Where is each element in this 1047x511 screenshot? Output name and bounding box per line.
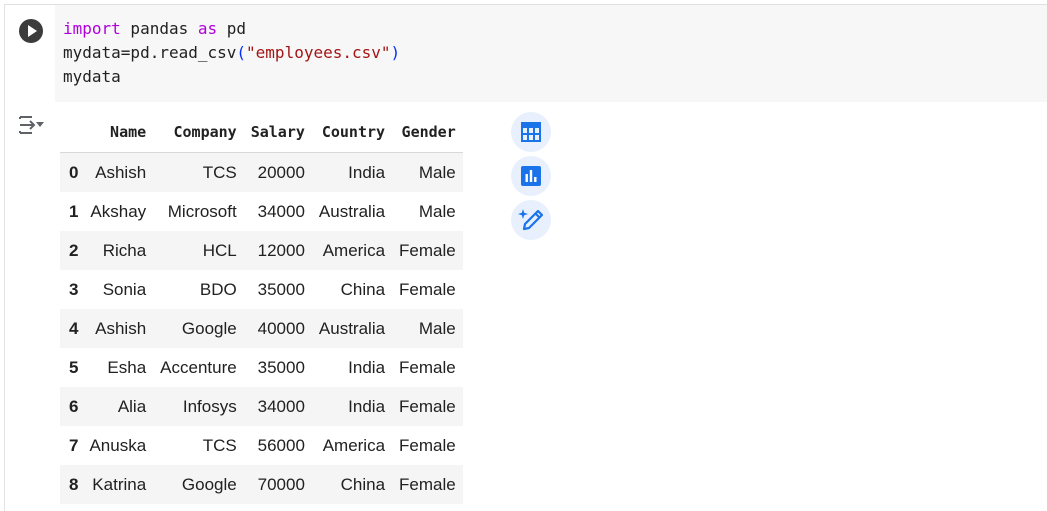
cell-salary: 35000 bbox=[257, 279, 305, 299]
table-row: 5 Esha Accenture 35000 India Female bbox=[60, 348, 463, 387]
cell-salary: 40000 bbox=[257, 318, 305, 338]
table-row: 8 Katrina Google 70000 China Female bbox=[60, 465, 463, 504]
cell-company: HCL bbox=[202, 240, 237, 260]
code-paren: ( bbox=[236, 43, 247, 62]
run-cell-button[interactable] bbox=[19, 19, 43, 43]
code-text[interactable]: import pandas as pd mydata=pd.read_csv("e… bbox=[63, 17, 400, 89]
row-index: 2 bbox=[69, 240, 79, 260]
table-row: 6 Alia Infosys 34000 India Female bbox=[60, 387, 463, 426]
table-row: 0 Ashish TCS 20000 India Male bbox=[60, 152, 463, 192]
column-header-gender: Gender bbox=[392, 112, 463, 153]
cell-country: China bbox=[340, 279, 386, 299]
column-header-name: Name bbox=[82, 112, 154, 153]
code-token: mydata bbox=[63, 67, 121, 86]
cell-salary: 35000 bbox=[257, 357, 305, 377]
cell-output: Name Company Salary Country Gender 0 Ashish TC… bbox=[5, 102, 1047, 511]
cell-name: Katrina bbox=[92, 474, 147, 494]
cell-company: BDO bbox=[199, 279, 237, 299]
code-cell-row: import pandas as pd mydata=pd.read_csv("e… bbox=[5, 5, 1047, 102]
cell-company: Google bbox=[181, 318, 237, 338]
column-header-country: Country bbox=[311, 112, 393, 153]
code-line: mydata=pd.read_csv("employees.csv") bbox=[63, 41, 400, 65]
table-row: 4 Ashish Google 40000 Australia Male bbox=[60, 309, 463, 348]
cell-gender: Male bbox=[418, 162, 456, 182]
table-view-button[interactable] bbox=[511, 112, 551, 152]
cell-name: Akshay bbox=[90, 201, 147, 221]
row-index: 6 bbox=[69, 396, 79, 416]
dataframe-table: Name Company Salary Country Gender 0 Ashish TC… bbox=[60, 112, 463, 504]
cell-company: Accenture bbox=[160, 357, 237, 377]
row-index: 7 bbox=[69, 435, 79, 455]
cell-name: Ashish bbox=[95, 162, 147, 182]
code-line: import pandas as pd bbox=[63, 17, 400, 41]
cell-salary: 20000 bbox=[257, 162, 305, 182]
code-paren: ) bbox=[390, 43, 401, 62]
table-row: 3 Sonia BDO 35000 China Female bbox=[60, 270, 463, 309]
cell-gender: Male bbox=[418, 201, 456, 221]
column-header-salary: Salary bbox=[243, 112, 312, 153]
cell-salary: 12000 bbox=[257, 240, 305, 260]
table-header-row: Name Company Salary Country Gender bbox=[60, 112, 463, 153]
code-string: "employees.csv" bbox=[246, 43, 391, 62]
cell-country: India bbox=[348, 396, 386, 416]
cell-salary: 34000 bbox=[257, 201, 305, 221]
cell-gender: Female bbox=[399, 396, 456, 416]
code-token: pd bbox=[217, 19, 247, 38]
row-index: 1 bbox=[69, 201, 79, 221]
bar-chart-icon bbox=[521, 166, 541, 186]
table-row: 1 Akshay Microsoft 34000 Australia Male bbox=[60, 192, 463, 231]
cell-name: Esha bbox=[107, 357, 147, 377]
table-icon bbox=[521, 122, 541, 142]
column-header-company: Company bbox=[153, 112, 244, 153]
suggest-charts-button[interactable] bbox=[511, 156, 551, 196]
generate-code-button[interactable] bbox=[511, 200, 551, 240]
cell-country: America bbox=[322, 240, 386, 260]
cell-name: Anuska bbox=[89, 435, 147, 455]
cell-name: Sonia bbox=[102, 279, 147, 299]
magic-pencil-icon bbox=[518, 209, 544, 231]
cell-gender: Female bbox=[399, 279, 456, 299]
cell-gutter bbox=[5, 5, 55, 102]
cell-country: Australia bbox=[318, 201, 386, 221]
cell-company: TCS bbox=[202, 435, 237, 455]
row-index: 0 bbox=[69, 162, 79, 182]
notebook-cell: import pandas as pd mydata=pd.read_csv("e… bbox=[4, 4, 1047, 511]
cell-gender: Female bbox=[399, 435, 456, 455]
code-editor[interactable]: import pandas as pd mydata=pd.read_csv("e… bbox=[55, 5, 1047, 102]
table-row: 2 Richa HCL 12000 America Female bbox=[60, 231, 463, 270]
cell-name: Alia bbox=[117, 396, 147, 416]
cell-company: Microsoft bbox=[167, 201, 237, 221]
row-index: 5 bbox=[69, 357, 79, 377]
output-toggle-icon[interactable] bbox=[17, 114, 45, 136]
index-header bbox=[60, 112, 83, 153]
row-index: 8 bbox=[69, 474, 79, 494]
code-keyword: import bbox=[63, 19, 121, 38]
table-row: 7 Anuska TCS 56000 America Female bbox=[60, 426, 463, 465]
row-index: 4 bbox=[69, 318, 79, 338]
cell-company: Google bbox=[181, 474, 237, 494]
cell-country: China bbox=[340, 474, 386, 494]
code-line: mydata bbox=[63, 65, 400, 89]
cell-gender: Female bbox=[399, 474, 456, 494]
cell-country: Australia bbox=[318, 318, 386, 338]
cell-name: Ashish bbox=[95, 318, 147, 338]
code-token: mydata=pd.read_csv bbox=[63, 43, 237, 62]
row-index: 3 bbox=[69, 279, 79, 299]
cell-company: TCS bbox=[202, 162, 237, 182]
cell-country: India bbox=[348, 357, 386, 377]
cell-gender: Female bbox=[399, 357, 456, 377]
dataframe-actions bbox=[511, 112, 551, 244]
cell-salary: 56000 bbox=[257, 435, 305, 455]
cell-country: India bbox=[348, 162, 386, 182]
cell-gender: Female bbox=[399, 240, 456, 260]
cell-gender: Male bbox=[418, 318, 456, 338]
code-keyword: as bbox=[197, 19, 218, 38]
cell-salary: 34000 bbox=[257, 396, 305, 416]
cell-salary: 70000 bbox=[257, 474, 305, 494]
cell-company: Infosys bbox=[182, 396, 237, 416]
code-token: pandas bbox=[120, 19, 198, 38]
cell-country: America bbox=[322, 435, 386, 455]
cell-name: Richa bbox=[102, 240, 147, 260]
